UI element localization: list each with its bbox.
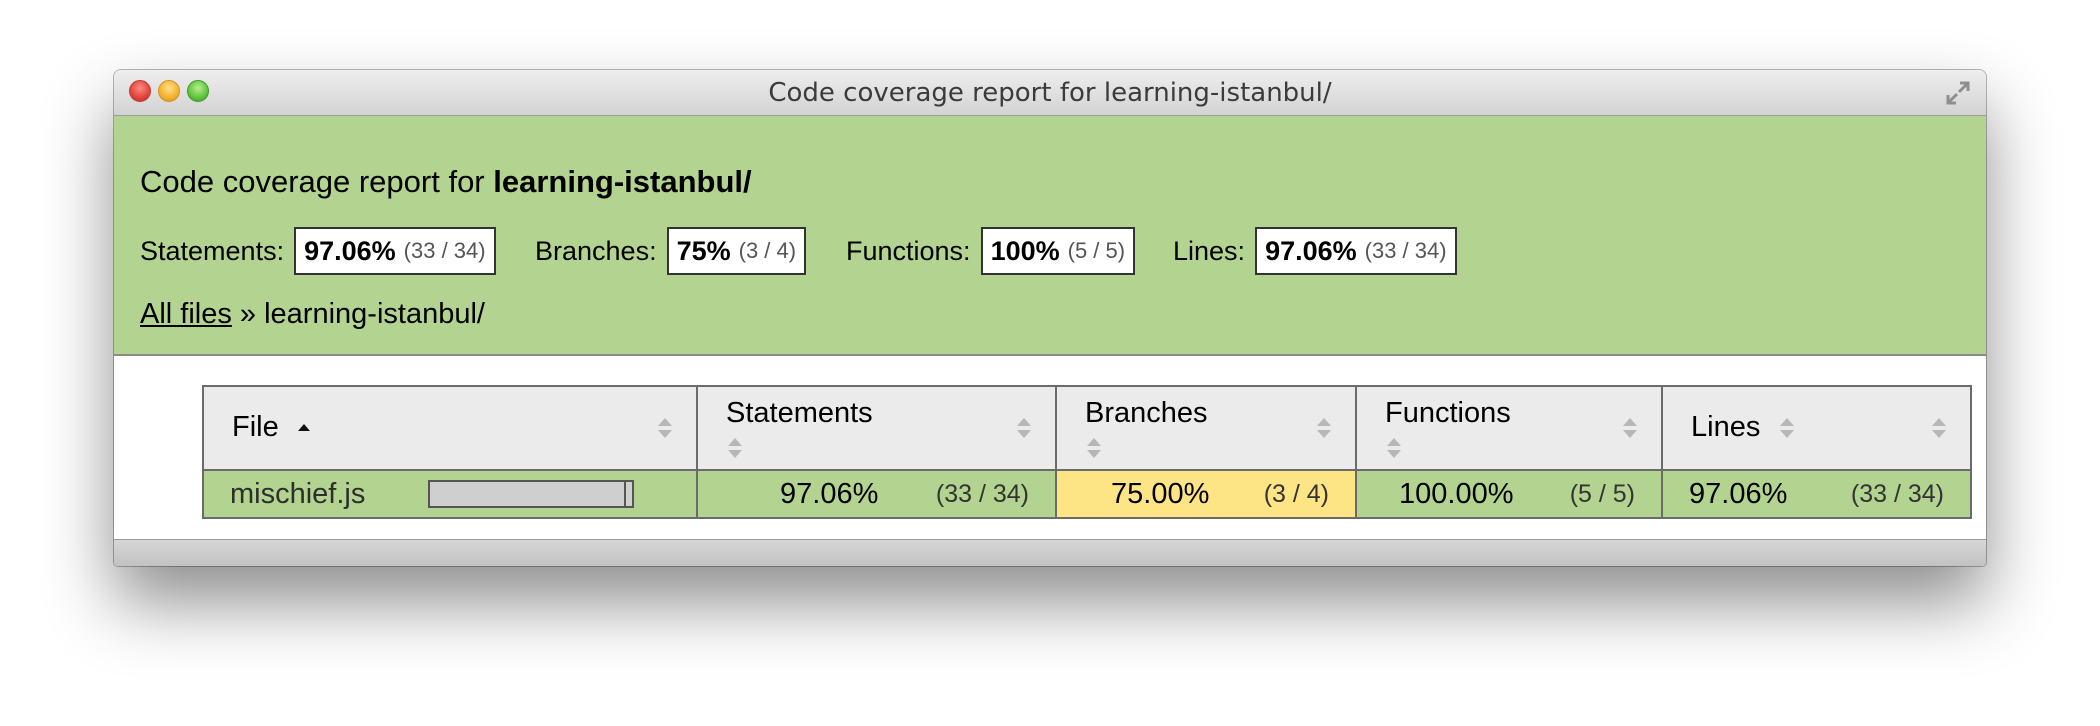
metric-label: Lines:: [1173, 235, 1246, 266]
coverage-bar: [428, 480, 634, 508]
breadcrumb-all-files-link[interactable]: All files: [140, 298, 232, 330]
column-label: Lines: [1691, 411, 1761, 443]
report-header: Code coverage report for learning-istanb…: [114, 116, 1986, 356]
column-header-branches[interactable]: Branches: [1055, 385, 1357, 471]
functions-cell: 100.00% (5 / 5): [1355, 469, 1663, 519]
summary-metrics: Statements: 97.06% (33 / 34) Branches: 7…: [140, 225, 1940, 277]
file-link[interactable]: mischief.js: [230, 478, 365, 510]
metric-branches: Branches: 75% (3 / 4): [535, 225, 807, 277]
branches-cell: 75.00% (3 / 4): [1055, 469, 1357, 519]
metric-percent: 100%: [990, 235, 1060, 266]
metric-percent: 97.06%: [304, 235, 396, 266]
metric-percent: 75%: [676, 235, 731, 266]
page-title: Code coverage report for learning-istanb…: [140, 164, 752, 200]
statements-fraction: (33 / 34): [935, 479, 1029, 508]
column-label: Branches: [1085, 397, 1208, 429]
metric-fraction: (3 / 4): [738, 238, 797, 263]
functions-percent: 100.00%: [1399, 477, 1514, 510]
sort-icon[interactable]: [1385, 435, 1403, 461]
coverage-bar-fill: [430, 482, 627, 506]
functions-fraction: (5 / 5): [1569, 479, 1635, 508]
metric-label: Functions:: [846, 235, 971, 266]
fullscreen-icon[interactable]: [1944, 79, 1972, 107]
title-path: learning-istanbul/: [493, 164, 752, 199]
branches-percent: 75.00%: [1111, 477, 1210, 510]
metric-value-box: 97.06% (33 / 34): [1255, 227, 1457, 275]
title-prefix: Code coverage report for: [140, 164, 494, 199]
sort-icon[interactable]: [1315, 415, 1333, 441]
lines-percent: 97.06%: [1689, 477, 1788, 510]
metric-percent: 97.06%: [1265, 235, 1357, 266]
metric-label: Statements:: [140, 235, 285, 266]
metric-value-box: 100% (5 / 5): [980, 227, 1136, 275]
breadcrumb-current: learning-istanbul/: [264, 298, 485, 330]
lines-fraction: (33 / 34): [1850, 479, 1944, 508]
lines-cell: 97.06% (33 / 34): [1661, 469, 1972, 519]
metric-fraction: (5 / 5): [1067, 238, 1126, 263]
file-cell[interactable]: mischief.js: [202, 469, 698, 519]
window-bottom-bar: [114, 539, 1986, 566]
sort-ascending-icon: [297, 424, 310, 432]
statements-cell: 97.06% (33 / 34): [696, 469, 1057, 519]
table-row: mischief.js 97.06% (33 / 34) 75.00% (3 /…: [202, 469, 1972, 519]
metric-value-box: 97.06% (33 / 34): [294, 227, 496, 275]
column-label: File: [232, 411, 279, 443]
breadcrumb: All files » learning-istanbul/: [140, 298, 485, 331]
statements-percent: 97.06%: [780, 477, 879, 510]
metric-lines: Lines: 97.06% (33 / 34): [1173, 225, 1457, 277]
column-label: Statements: [726, 397, 873, 429]
column-label: Functions: [1385, 397, 1511, 429]
sort-icon[interactable]: [656, 415, 674, 441]
coverage-table-wrap: File Statements Branches Functions Lines…: [202, 385, 1972, 519]
metric-functions: Functions: 100% (5 / 5): [846, 225, 1136, 277]
metric-fraction: (33 / 34): [403, 238, 486, 263]
metric-fraction: (33 / 34): [1364, 238, 1447, 263]
metric-value-box: 75% (3 / 4): [666, 227, 807, 275]
column-header-functions[interactable]: Functions: [1355, 385, 1663, 471]
coverage-table: File Statements Branches Functions Lines…: [202, 385, 1972, 519]
window-title: Code coverage report for learning-istanb…: [768, 78, 1332, 108]
sort-icon[interactable]: [1015, 415, 1033, 441]
sort-icon[interactable]: [1621, 415, 1639, 441]
column-header-file[interactable]: File: [202, 385, 698, 471]
breadcrumb-separator: »: [231, 298, 265, 330]
browser-window: Code coverage report for learning-istanb…: [114, 70, 1986, 566]
column-header-statements[interactable]: Statements: [696, 385, 1057, 471]
sort-icon[interactable]: [726, 435, 744, 461]
branches-fraction: (3 / 4): [1263, 479, 1329, 508]
table-header-row: File Statements Branches Functions Lines: [202, 385, 1972, 471]
metric-statements: Statements: 97.06% (33 / 34): [140, 225, 496, 277]
sort-icon[interactable]: [1930, 415, 1948, 441]
sort-icon[interactable]: [1085, 435, 1103, 461]
title-bar[interactable]: Code coverage report for learning-istanb…: [114, 70, 1986, 116]
metric-label: Branches:: [535, 235, 657, 266]
column-header-lines[interactable]: Lines: [1661, 385, 1972, 471]
sort-icon[interactable]: [1778, 415, 1796, 441]
